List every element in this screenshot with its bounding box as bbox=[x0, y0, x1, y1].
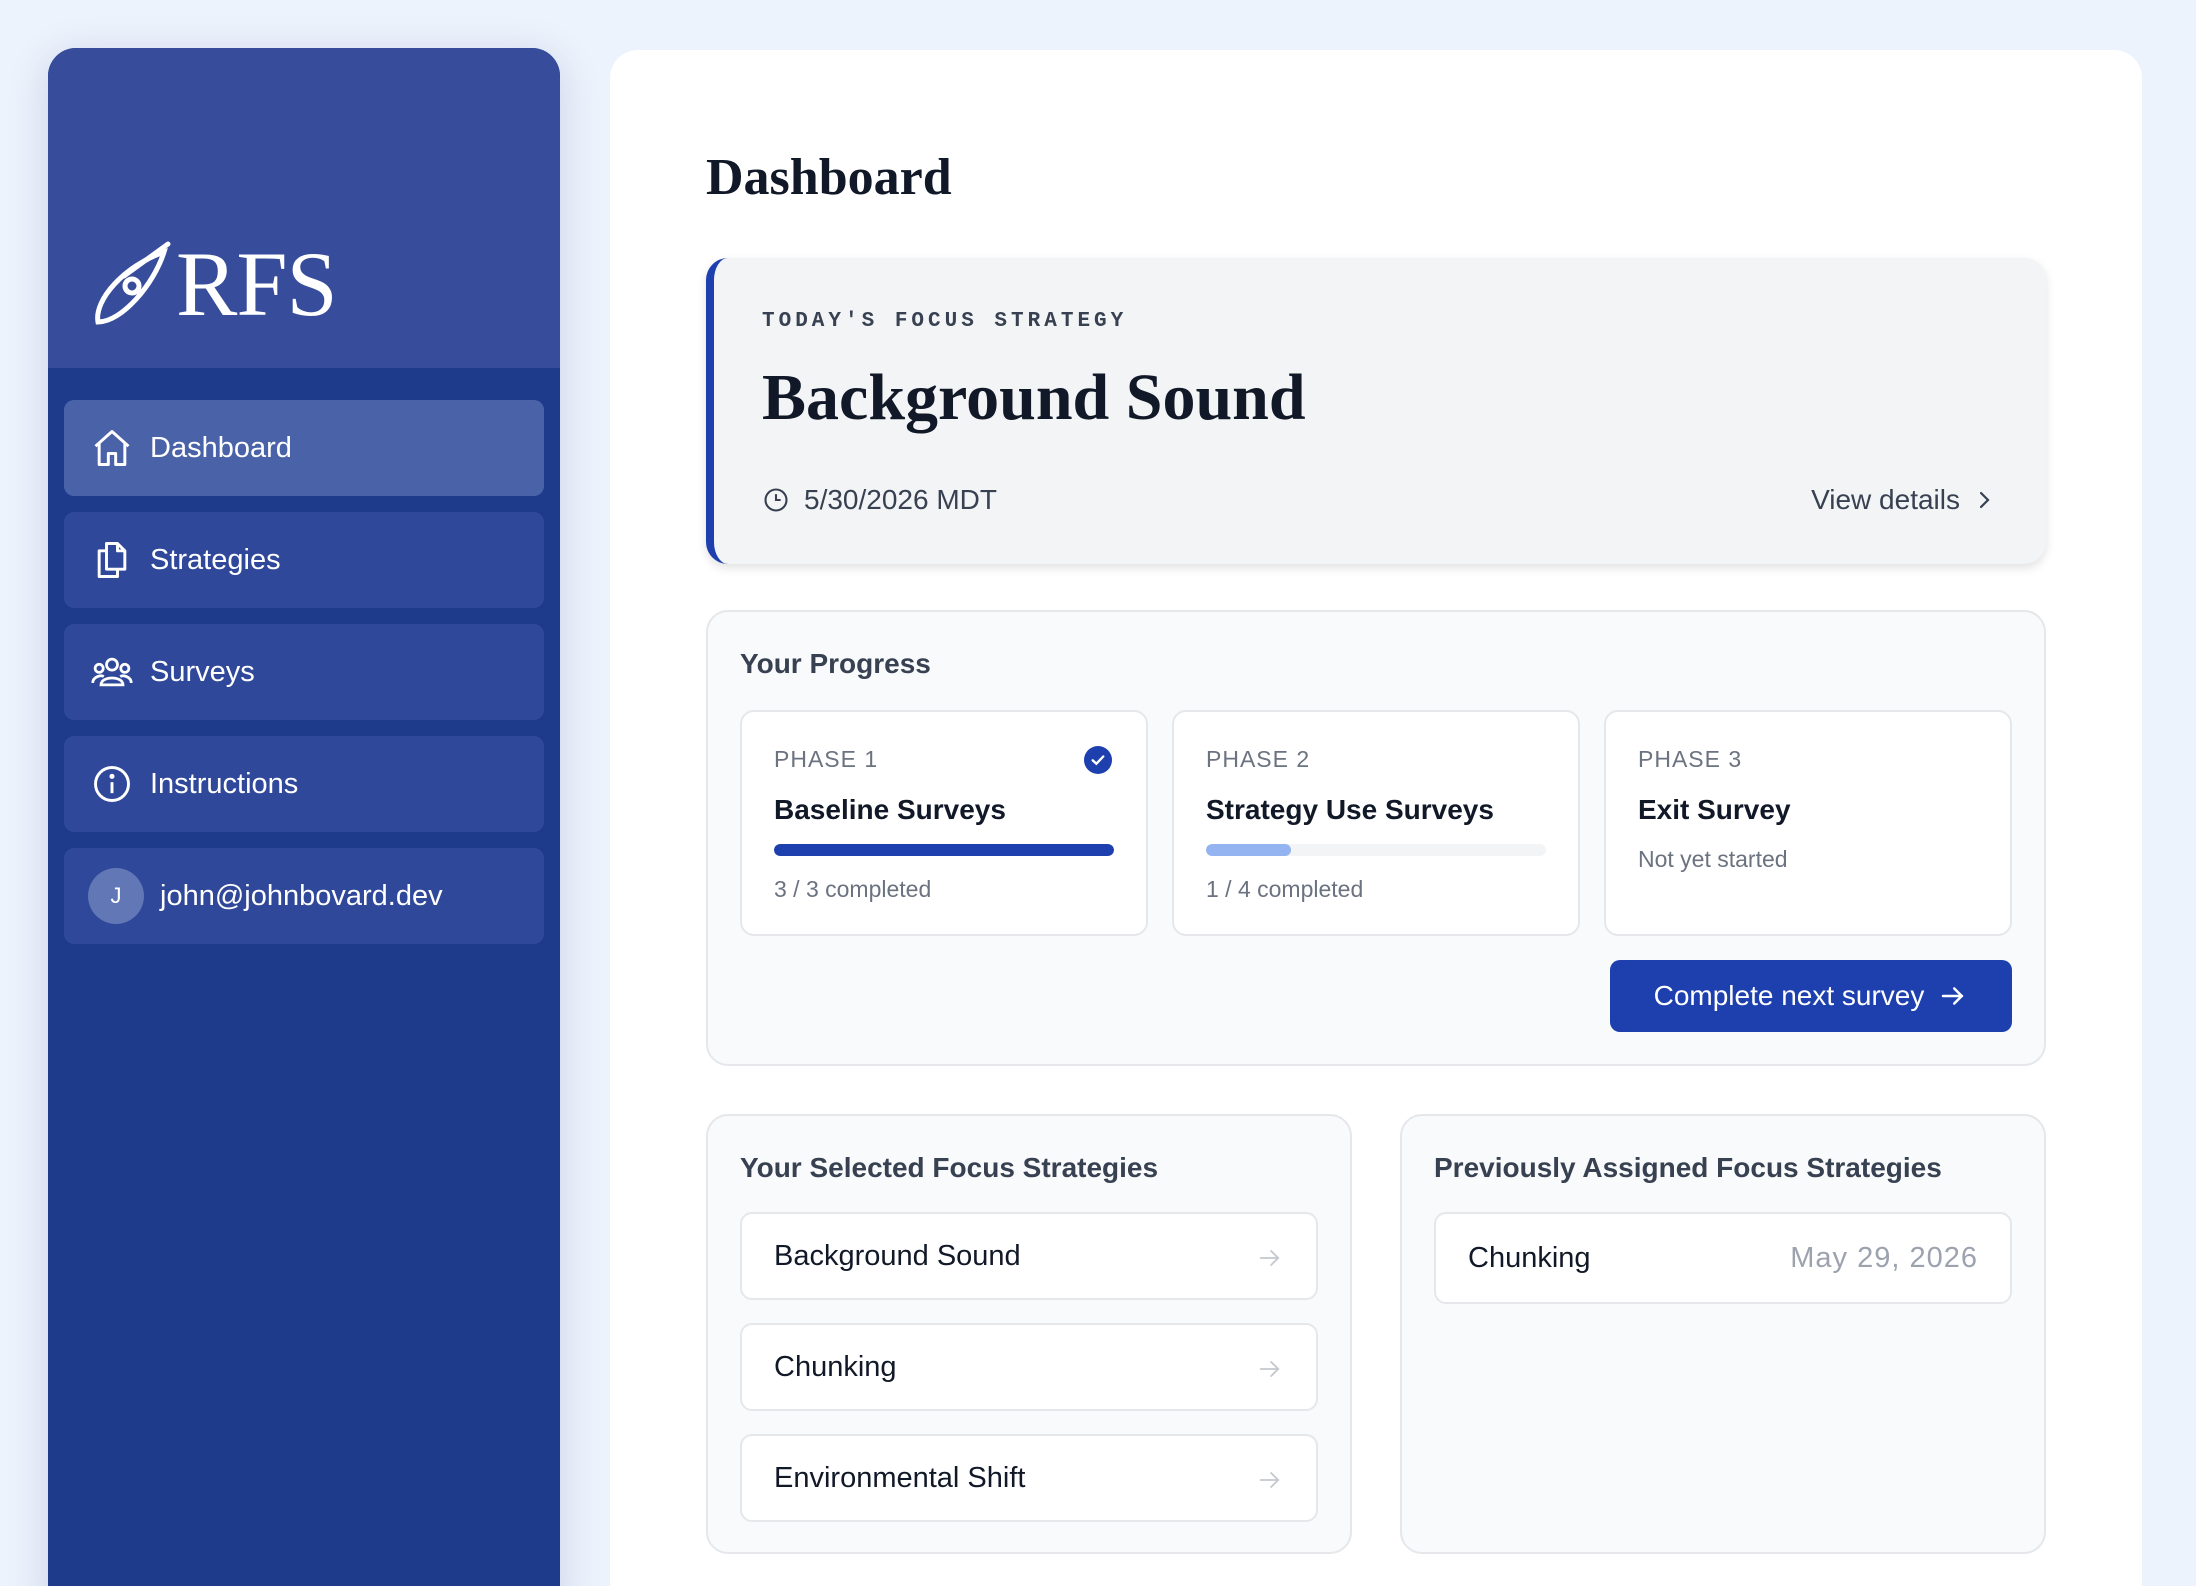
phase-progress-bar bbox=[774, 844, 1114, 856]
sidebar-user[interactable]: J john@johnbovard.dev bbox=[64, 848, 544, 944]
avatar: J bbox=[88, 868, 144, 924]
rocket-logo-icon bbox=[95, 241, 171, 325]
phase-title: Exit Survey bbox=[1638, 794, 1791, 825]
logo-text: RFS bbox=[176, 233, 338, 335]
progress-title: Your Progress bbox=[740, 648, 931, 679]
arrow-right-icon bbox=[1259, 1250, 1280, 1266]
phase-progress-bar bbox=[1206, 844, 1546, 856]
sidebar-item-strategies[interactable]: Strategies bbox=[64, 512, 544, 608]
home-icon bbox=[90, 426, 134, 470]
sidebar-item-dashboard[interactable]: Dashboard bbox=[64, 400, 544, 496]
progress-card: Your Progress PHASE 1 Baseline Surveys 3… bbox=[706, 610, 2046, 1066]
phase-label: PHASE 1 bbox=[774, 746, 879, 772]
focus-strategy-card: TODAY'S FOCUS STRATEGY Background Sound … bbox=[706, 258, 2046, 564]
user-email: john@johnbovard.dev bbox=[160, 879, 443, 912]
sidebar-item-label: Surveys bbox=[150, 655, 255, 688]
info-icon bbox=[90, 762, 134, 806]
progress-fill bbox=[774, 844, 1114, 856]
sidebar-item-instructions[interactable]: Instructions bbox=[64, 736, 544, 832]
clock-icon bbox=[764, 488, 788, 512]
phase-status: 3 / 3 completed bbox=[774, 876, 932, 902]
arrow-right-icon bbox=[1259, 1361, 1280, 1377]
documents-icon bbox=[90, 538, 134, 582]
previous-strategy-date: May 29, 2026 bbox=[1790, 1241, 1978, 1274]
phase-label: PHASE 3 bbox=[1638, 746, 1743, 772]
phase-title: Strategy Use Surveys bbox=[1206, 794, 1494, 825]
strategy-list-item[interactable]: Background Sound bbox=[740, 1212, 1318, 1300]
button-label: Complete next survey bbox=[1653, 980, 1925, 1011]
focus-date: 5/30/2026 MDT bbox=[762, 484, 997, 516]
sidebar-header: RFS bbox=[48, 48, 560, 368]
focus-strategy-name: Background Sound bbox=[762, 361, 1306, 434]
view-details-label: View details bbox=[1811, 484, 1960, 515]
phase-card-3: PHASE 3 Exit Survey Not yet started bbox=[1604, 710, 2012, 936]
strategy-name: Chunking bbox=[774, 1350, 897, 1383]
previous-strategy-name: Chunking bbox=[1468, 1241, 1591, 1274]
phase-status: 1 / 4 completed bbox=[1206, 876, 1364, 902]
complete-next-survey-button[interactable]: Complete next survey bbox=[1610, 960, 2012, 1032]
main-content: Dashboard TODAY'S FOCUS STRATEGY Backgro… bbox=[610, 50, 2142, 1586]
strategy-list-item[interactable]: Chunking bbox=[740, 1323, 1318, 1411]
page-title: Dashboard bbox=[706, 149, 952, 206]
previous-strategy-item: Chunking May 29, 2026 bbox=[1434, 1212, 2012, 1304]
check-circle-icon bbox=[1084, 746, 1112, 774]
strategy-name: Background Sound bbox=[774, 1239, 1021, 1272]
focus-eyebrow: TODAY'S FOCUS STRATEGY bbox=[762, 310, 1128, 333]
sidebar: RFS Dashboard Strategies Surveys Instruc… bbox=[48, 48, 560, 1586]
sidebar-item-surveys[interactable]: Surveys bbox=[64, 624, 544, 720]
phase-card-2: PHASE 2 Strategy Use Surveys 1 / 4 compl… bbox=[1172, 710, 1580, 936]
sidebar-item-label: Strategies bbox=[150, 543, 281, 576]
phase-label: PHASE 2 bbox=[1206, 746, 1311, 772]
sidebar-nav: Dashboard Strategies Surveys Instruction… bbox=[64, 400, 544, 960]
previous-strategies-card: Previously Assigned Focus Strategies Chu… bbox=[1400, 1114, 2046, 1554]
view-details-link[interactable]: View details bbox=[1811, 484, 1996, 516]
phase-card-1: PHASE 1 Baseline Surveys 3 / 3 completed bbox=[740, 710, 1148, 936]
phase-title: Baseline Surveys bbox=[774, 794, 1006, 825]
selected-title: Your Selected Focus Strategies bbox=[740, 1152, 1159, 1183]
selected-strategies-card: Your Selected Focus Strategies Backgroun… bbox=[706, 1114, 1352, 1554]
logo[interactable]: RFS bbox=[84, 233, 338, 335]
previous-title: Previously Assigned Focus Strategies bbox=[1434, 1152, 1942, 1183]
users-icon bbox=[90, 650, 134, 694]
chevron-right-icon bbox=[1979, 491, 1990, 509]
phase-note: Not yet started bbox=[1638, 846, 1788, 872]
sidebar-item-label: Dashboard bbox=[150, 431, 292, 464]
strategy-name: Environmental Shift bbox=[774, 1461, 1026, 1494]
strategy-list-item[interactable]: Environmental Shift bbox=[740, 1434, 1318, 1522]
arrow-right-icon bbox=[1259, 1472, 1280, 1488]
focus-date-text: 5/30/2026 MDT bbox=[804, 484, 997, 515]
progress-fill bbox=[1206, 844, 1291, 856]
arrow-right-icon bbox=[1942, 987, 1964, 1005]
sidebar-item-label: Instructions bbox=[150, 767, 299, 800]
